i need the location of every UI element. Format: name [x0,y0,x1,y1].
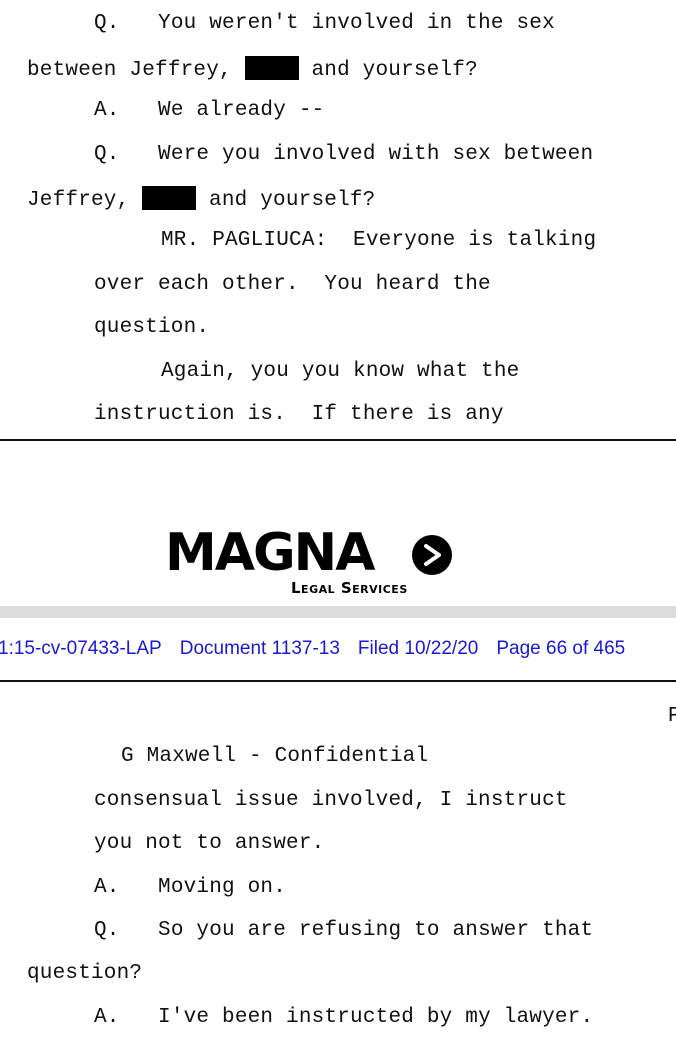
corner-fragment: P [668,705,676,728]
page-gap [0,606,676,618]
confidential-header: G Maxwell - Confidential [121,745,429,768]
transcript-line: MR. PAGLIUCA: Everyone is talking [161,229,597,252]
speaker-label: Q. [94,143,120,166]
transcript-line: you not to answer. [94,832,325,855]
transcript-line: Jeffrey, and yourself? [27,186,375,213]
line-text: So you are refusing to answer that [158,919,594,942]
speaker-label: A. [94,99,120,122]
case-number: 1:15-cv-07433-LAP [0,638,162,659]
header-divider [0,680,676,682]
page-divider [0,439,676,441]
transcript-line: instruction is. If there is any [94,403,504,426]
line-text: between Jeffrey, [27,59,232,82]
speaker-label: Q. [94,12,120,35]
transcript-line: question? [27,962,143,985]
line-text: Moving on. [158,876,287,899]
filing-header: 1:15-cv-07433-LAP Document 1137-13 Filed 1… [0,638,643,660]
line-text: and yourself? [311,59,478,82]
filed-date: Filed 10/22/20 [357,638,479,659]
transcript-line: Q. You weren't involved in the sex [94,12,555,36]
speaker-label: A. [94,1006,120,1029]
line-text: and yourself? [209,189,376,212]
transcript-line: over each other. You heard the [94,273,491,296]
magna-logo: MAGNA Legal Services [165,525,465,600]
transcript-line: Again, you you know what the [161,360,520,383]
line-text: Were you involved with sex between [158,143,594,166]
page-number: Page 66 of 465 [496,638,626,659]
transcript-line: A. I've been instructed by my lawyer. [94,1006,593,1030]
speaker-label: A. [94,876,120,899]
chevron-right-circle-icon [412,535,452,575]
redaction-box [244,56,299,80]
transcript-line: A. Moving on. [94,876,286,900]
transcript-line: Q. Were you involved with sex between [94,143,593,167]
speaker-label: Q. [94,919,120,942]
transcript-line: between Jeffrey, and yourself? [27,56,478,83]
document-number: Document 1137-13 [179,638,340,659]
line-text: I've been instructed by my lawyer. [158,1006,594,1029]
logo-name: MAGNA [165,523,375,583]
transcript-line: A. We already -- [94,99,324,123]
redaction-box [142,186,197,210]
logo-subtitle: Legal Services [291,579,408,597]
transcript-line: question. [94,316,210,339]
line-text: We already -- [158,99,325,122]
line-text: You weren't involved in the sex [158,12,555,35]
line-text: Jeffrey, [27,189,130,212]
transcript-line: Q. So you are refusing to answer that [94,919,593,943]
transcript-line: consensual issue involved, I instruct [94,789,568,812]
